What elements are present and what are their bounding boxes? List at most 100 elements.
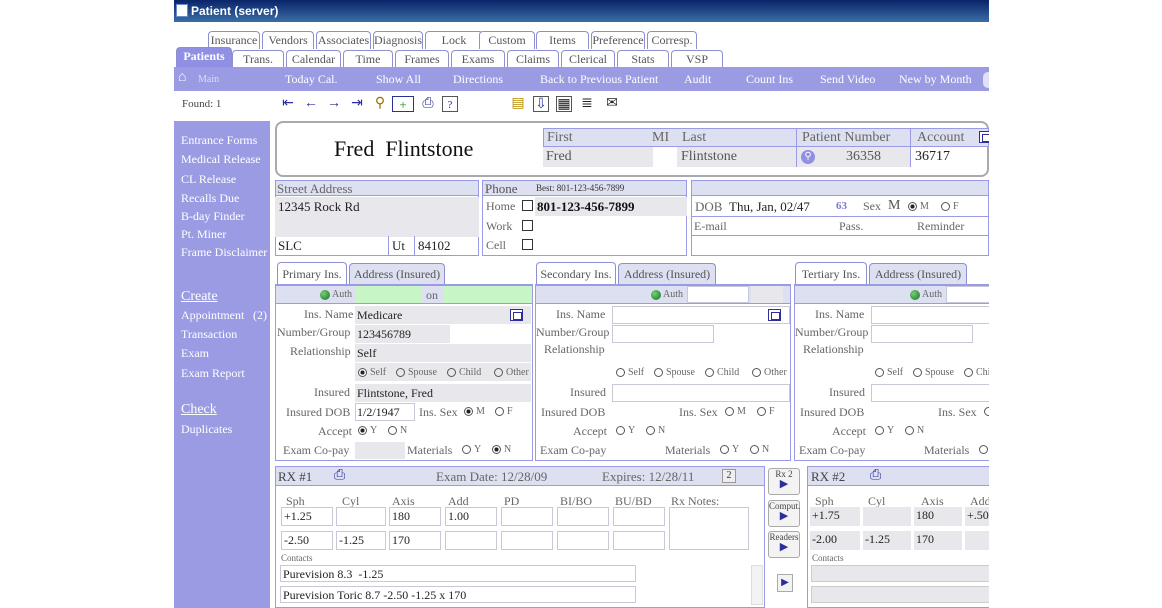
rx1-os-bibo[interactable] — [557, 531, 609, 550]
dob-value[interactable]: Thu, Jan, 02/47 — [729, 199, 810, 215]
primary-other-radio[interactable]: Other — [494, 367, 529, 378]
menu-show-all[interactable]: Show All — [376, 72, 421, 87]
sex-m-radio[interactable]: M — [908, 201, 929, 212]
secondary-number-field[interactable] — [612, 325, 714, 343]
sidebar-medical-release[interactable]: Medical Release — [181, 152, 261, 167]
card-view-icon[interactable]: ▦ — [556, 96, 572, 112]
rx1-od-axis[interactable]: 180 — [389, 507, 441, 526]
sidebar-frame-disclaimer[interactable]: Frame Disclaimer — [181, 245, 267, 260]
sex-f-radio[interactable]: F — [941, 201, 959, 212]
tab-calendar[interactable]: Calendar — [286, 50, 341, 68]
secondary-ins-card-icon[interactable] — [768, 309, 781, 321]
print-icon[interactable]: ⎙ — [418, 96, 438, 112]
secondary-accept-n[interactable]: N — [646, 425, 665, 436]
rx1-contacts-scrollbar[interactable] — [751, 565, 763, 605]
primary-exam-copay-field[interactable] — [355, 442, 405, 459]
home-icon[interactable]: ⌂ — [178, 70, 186, 86]
help-icon[interactable]: ? — [442, 96, 458, 112]
menu-today-cal[interactable]: Today Cal. — [285, 72, 337, 87]
tab-custom[interactable]: Custom — [479, 31, 535, 49]
primary-materials-y[interactable]: Y — [462, 444, 481, 455]
rx1-count-badge[interactable]: 2 — [722, 469, 736, 483]
tertiary-insured-field[interactable] — [871, 384, 989, 402]
primary-spouse-radio[interactable]: Spouse — [396, 367, 437, 378]
rx1-os-sph[interactable]: -2.50 — [281, 531, 333, 550]
last-record-icon[interactable]: ⇥ — [349, 96, 365, 112]
tertiary-ins-sex-m[interactable] — [984, 406, 989, 417]
readers-rx-button[interactable]: Readers — [768, 531, 800, 558]
next-record-icon[interactable]: → — [326, 96, 342, 112]
tab-time[interactable]: Time — [343, 50, 393, 68]
rx2-os-cyl[interactable]: -1.25 — [863, 531, 911, 550]
secondary-materials-n[interactable]: N — [750, 444, 769, 455]
secondary-ins-sex-m[interactable]: M — [725, 406, 746, 417]
rx2-od-cyl[interactable] — [863, 507, 911, 526]
sidebar-bday-finder[interactable]: B-day Finder — [181, 209, 245, 224]
rx2-od-add[interactable]: +.50 — [965, 507, 989, 526]
rx1-os-add[interactable] — [445, 531, 497, 550]
rx1-os-axis[interactable]: 170 — [389, 531, 441, 550]
rx1-od-add[interactable]: 1.00 — [445, 507, 497, 526]
prev-record-icon[interactable]: ← — [303, 96, 319, 112]
city-value[interactable]: SLC — [278, 238, 302, 254]
primary-auth-date[interactable] — [444, 286, 532, 303]
secondary-spouse-radio[interactable]: Spouse — [654, 367, 695, 378]
tab-preference[interactable]: Preference — [591, 31, 645, 49]
secondary-ins-sex-f[interactable]: F — [757, 406, 775, 417]
zip-value[interactable]: 84102 — [418, 238, 451, 254]
rx1-os-pd[interactable] — [501, 531, 553, 550]
secondary-child-radio[interactable]: Child — [705, 367, 739, 378]
rx2-od-sph[interactable]: +1.75 — [810, 507, 860, 526]
rx2-os-add[interactable] — [965, 531, 989, 550]
tab-corresp[interactable]: Corresp. — [647, 31, 697, 49]
folder-icon[interactable]: ▤ — [510, 96, 526, 112]
tab-tertiary-address[interactable]: Address (Insured) — [869, 263, 967, 284]
rx2-print-icon[interactable]: ⎙ — [870, 468, 881, 484]
menu-directions[interactable]: Directions — [453, 72, 503, 87]
rx1-od-sph[interactable]: +1.25 — [281, 507, 333, 526]
rx1-od-bubd[interactable] — [613, 507, 665, 526]
menu-count-ins[interactable]: Count Ins — [746, 72, 793, 87]
secondary-auth-field[interactable] — [687, 286, 749, 303]
tertiary-spouse-radio[interactable]: Spouse — [913, 367, 954, 378]
rx1-print-icon[interactable]: ⎙ — [334, 468, 345, 484]
tab-associates[interactable]: Associates — [316, 31, 371, 49]
tertiary-number-field[interactable] — [871, 325, 973, 343]
sidebar-pt-miner[interactable]: Pt. Miner — [181, 227, 226, 242]
secondary-other-radio[interactable]: Other — [752, 367, 787, 378]
rx1-contact-2[interactable]: Purevision Toric 8.7 -2.50 -1.25 x 170 — [280, 586, 636, 603]
sidebar-cl-release[interactable]: CL Release — [181, 172, 236, 187]
tab-stats[interactable]: Stats — [617, 50, 669, 68]
tab-exams[interactable]: Exams — [451, 50, 505, 68]
tab-frames[interactable]: Frames — [395, 50, 449, 68]
menu-scroll-right[interactable] — [983, 72, 989, 88]
tab-trans[interactable]: Trans. — [232, 50, 284, 68]
tab-claims[interactable]: Claims — [507, 50, 559, 68]
menu-back-previous[interactable]: Back to Previous Patient — [540, 72, 658, 87]
email-icon[interactable]: ✉ — [604, 96, 620, 112]
primary-accept-n[interactable]: N — [388, 425, 407, 436]
secondary-self-radio[interactable]: Self — [616, 367, 644, 378]
rx2-os-sph[interactable]: -2.00 — [810, 531, 860, 550]
menu-new-by-month[interactable]: New by Month — [899, 72, 972, 87]
sidebar-duplicates[interactable]: Duplicates — [181, 422, 232, 437]
tab-lock[interactable]: Lock — [425, 31, 483, 49]
account-card-icon[interactable] — [979, 131, 989, 143]
contacts-next-icon[interactable]: ▶ — [777, 574, 793, 592]
sidebar-appointment[interactable]: Appointment — [181, 308, 244, 323]
state-value[interactable]: Ut — [392, 238, 405, 254]
rx1-od-cyl[interactable] — [336, 507, 386, 526]
rx1-os-bubd[interactable] — [613, 531, 665, 550]
search-icon[interactable]: ⚲ — [372, 96, 388, 112]
primary-relationship-field[interactable] — [355, 344, 531, 362]
secondary-accept-y[interactable]: Y — [616, 425, 635, 436]
tab-primary-address[interactable]: Address (Insured) — [349, 263, 445, 284]
patient-lookup-icon[interactable]: ⚲ — [801, 150, 815, 164]
secondary-insured-field[interactable] — [612, 384, 790, 402]
primary-self-radio[interactable]: Self — [358, 367, 386, 378]
menu-send-video[interactable]: Send Video — [820, 72, 875, 87]
rx1-contact-1[interactable]: Purevision 8.3 -1.25 — [280, 565, 636, 582]
rx1-os-cyl[interactable]: -1.25 — [336, 531, 386, 550]
secondary-materials-y[interactable]: Y — [720, 444, 739, 455]
primary-materials-n[interactable]: N — [492, 444, 511, 455]
